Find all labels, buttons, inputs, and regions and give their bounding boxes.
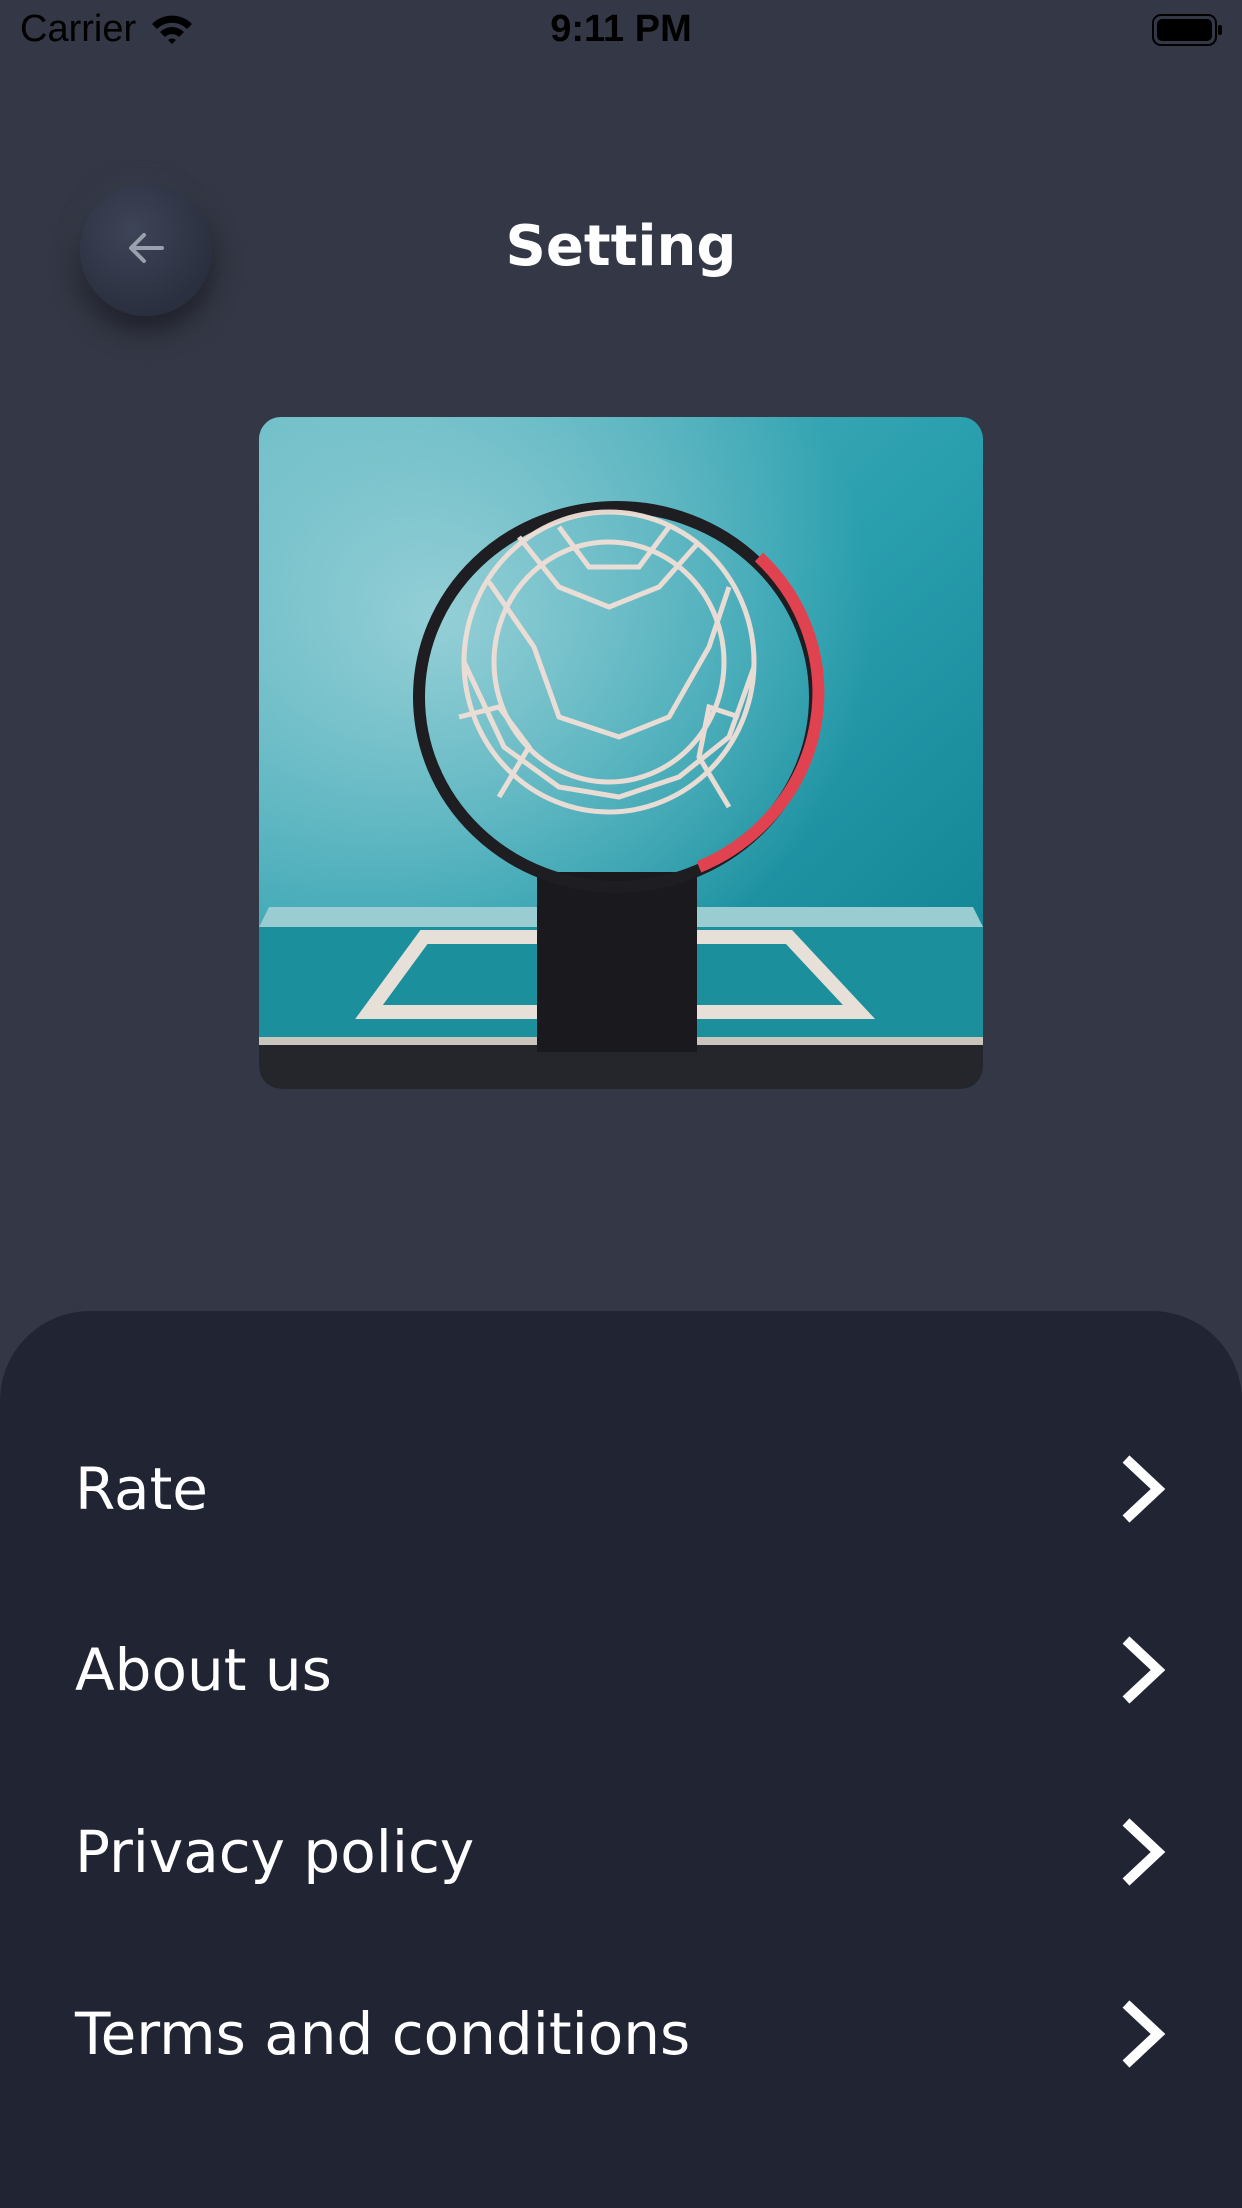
battery-icon: [1152, 14, 1224, 46]
status-bar: Carrier 9:11 PM: [0, 0, 1242, 60]
hero-image-basketball-hoop: [259, 417, 983, 1089]
status-time: 9:11 PM: [550, 8, 692, 50]
chevron-right-icon: [1118, 1634, 1168, 1706]
menu-item-label: About us: [75, 1636, 332, 1704]
menu-item-terms-and-conditions[interactable]: Terms and conditions: [0, 1959, 1242, 2109]
settings-menu-sheet: Rate About us Privacy policy Terms and c…: [0, 1311, 1242, 2208]
chevron-right-icon: [1118, 1816, 1168, 1888]
menu-item-label: Rate: [75, 1455, 208, 1523]
menu-item-label: Terms and conditions: [75, 2000, 691, 2068]
chevron-right-icon: [1118, 1453, 1168, 1525]
menu-item-rate[interactable]: Rate: [0, 1414, 1242, 1564]
chevron-right-icon: [1118, 1998, 1168, 2070]
page-title: Setting: [505, 214, 737, 279]
menu-item-about-us[interactable]: About us: [0, 1595, 1242, 1745]
menu-item-privacy-policy[interactable]: Privacy policy: [0, 1777, 1242, 1927]
menu-item-label: Privacy policy: [75, 1818, 475, 1886]
